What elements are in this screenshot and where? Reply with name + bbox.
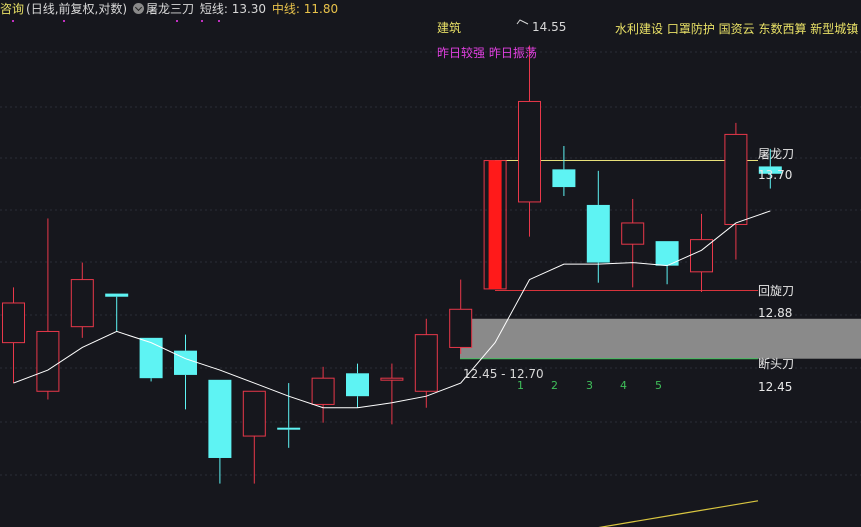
header-dot-1	[63, 20, 65, 22]
candle-body-18	[621, 222, 645, 245]
indicator-name[interactable]: 屠龙三刀	[146, 2, 194, 16]
candle-body-11	[380, 377, 404, 381]
candle-body-2	[70, 279, 94, 328]
candle-body-16	[552, 169, 576, 188]
support-zone	[460, 318, 861, 359]
candle-body-8	[277, 427, 301, 430]
level-name-tulong: 屠龙刀	[758, 147, 795, 161]
query-label[interactable]: 咨询	[0, 2, 24, 16]
candle-body-15	[518, 100, 541, 203]
chart-header: 咨询 (日线,前复权,对数) 屠龙三刀 短线: 13.30 中线: 11.80	[0, 0, 340, 18]
header-dot-0	[12, 20, 14, 22]
day-count-3: 3	[586, 379, 593, 392]
candle-body-3	[105, 293, 129, 297]
period-label: (日线,前复权,对数)	[26, 2, 128, 16]
dropdown-circle-icon[interactable]	[133, 3, 145, 14]
candle-body-9	[311, 377, 335, 405]
day-count-5: 5	[655, 379, 662, 392]
header-dot-4	[218, 20, 220, 22]
candle-body-1	[36, 330, 60, 392]
zone-range-label: 12.45 - 12.70	[463, 367, 544, 381]
chart-window: { "header": { "query_label": "咨询", "peri…	[0, 0, 861, 527]
long-ma-line	[598, 500, 759, 527]
candle-body-12	[414, 334, 438, 392]
flags-label: 昨日较强 昨日振荡	[437, 46, 537, 60]
candle-body-4	[139, 337, 163, 379]
header-dot-3	[201, 20, 203, 22]
short-line-value: 短线: 13.30	[199, 2, 267, 16]
candlestick-chart	[0, 19, 861, 527]
candle-body-10	[346, 373, 369, 397]
candle-body-17	[586, 204, 610, 263]
mid-line-value: 中线: 11.80	[271, 2, 339, 16]
day-count-2: 2	[551, 379, 558, 392]
candle-body-6	[208, 379, 232, 458]
level-name-huixuan: 回旋刀	[758, 284, 795, 298]
concepts-label: 水利建设 口罩防护 国资云 东数西算 新型城镇	[615, 22, 859, 36]
high-marker-arrow	[516, 19, 529, 25]
level-value-tulong: 13.70	[758, 168, 793, 182]
candle-body-14	[488, 160, 502, 289]
candle-body-0	[2, 302, 25, 344]
day-count-1: 1	[517, 379, 524, 392]
candle-body-7	[242, 390, 266, 437]
level-value-duantou: 12.45	[758, 380, 793, 394]
header-dot-2	[176, 20, 178, 22]
level-name-duantou: 断头刀	[758, 357, 795, 371]
day-count-4: 4	[620, 379, 627, 392]
high-price-label: 14.55	[532, 20, 567, 34]
candle-body-5	[174, 350, 197, 375]
level-value-huixuan: 12.88	[758, 306, 793, 320]
candle-body-21	[724, 133, 748, 225]
candle-body-13	[449, 308, 473, 348]
sector-label: 建筑	[437, 21, 462, 35]
